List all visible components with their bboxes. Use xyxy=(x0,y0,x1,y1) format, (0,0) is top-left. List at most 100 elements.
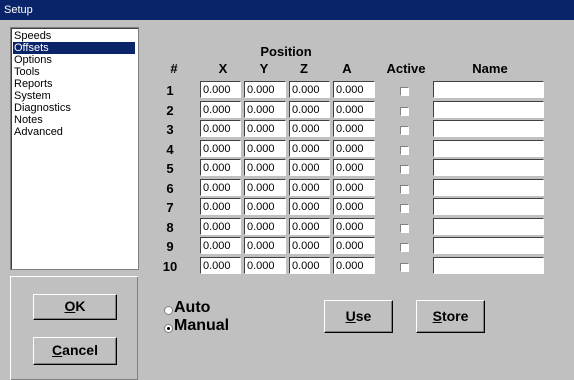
row-number: 9 xyxy=(166,239,174,254)
ok-button[interactable]: OK xyxy=(33,294,117,320)
auto-radio[interactable] xyxy=(164,306,173,315)
offset-z-field[interactable]: 0.000 xyxy=(289,198,330,215)
auto-radio-label[interactable]: Auto xyxy=(174,299,210,317)
row-number: 5 xyxy=(166,161,174,176)
active-checkbox[interactable] xyxy=(400,126,409,135)
offset-x-field[interactable]: 0.000 xyxy=(200,159,241,176)
dialog-button-panel: OK Cancel xyxy=(10,276,138,380)
menu-item-speeds[interactable]: Speeds xyxy=(13,30,51,42)
active-checkbox[interactable] xyxy=(400,184,409,194)
offset-a-field[interactable]: 0.000 xyxy=(333,81,375,98)
active-checkbox[interactable] xyxy=(400,243,409,252)
cancel-button-label: Cancel xyxy=(52,342,98,358)
offset-y-field[interactable]: 0.000 xyxy=(244,237,286,254)
row-number: 3 xyxy=(166,122,174,137)
offset-y-field[interactable]: 0.000 xyxy=(244,120,286,137)
store-button-label: Store xyxy=(432,308,469,324)
offset-a-field[interactable]: 0.000 xyxy=(333,198,375,215)
menu-item-reports[interactable]: Reports xyxy=(13,78,53,90)
offset-name-field[interactable] xyxy=(433,159,544,176)
store-button[interactable]: Store xyxy=(416,300,485,333)
active-checkbox[interactable] xyxy=(400,262,409,272)
active-checkbox[interactable] xyxy=(400,87,409,96)
offset-y-field[interactable]: 0.000 xyxy=(244,217,286,235)
menu-item-tools[interactable]: Tools xyxy=(13,66,40,78)
offset-a-field[interactable]: 0.000 xyxy=(333,178,375,196)
menu-item-diagnostics[interactable]: Diagnostics xyxy=(13,102,71,114)
offset-x-field[interactable]: 0.000 xyxy=(200,178,241,196)
use-button-label: Use xyxy=(345,308,372,324)
offset-x-field[interactable]: 0.000 xyxy=(200,120,241,137)
active-checkbox[interactable] xyxy=(400,223,409,233)
offset-z-field[interactable]: 0.000 xyxy=(289,81,330,98)
window-title-bar: Setup xyxy=(0,0,574,20)
settings-category-list[interactable]: Speeds Offsets Options Tools Reports System Di… xyxy=(10,27,139,270)
active-checkbox[interactable] xyxy=(400,204,409,213)
offset-name-field[interactable] xyxy=(433,178,544,196)
offset-z-field[interactable]: 0.000 xyxy=(289,237,330,254)
offset-y-field[interactable]: 0.000 xyxy=(244,198,286,215)
offset-a-field[interactable]: 0.000 xyxy=(333,159,375,176)
offset-x-field[interactable]: 0.000 xyxy=(200,139,241,157)
menu-item-advanced[interactable]: Advanced xyxy=(13,126,63,138)
offset-y-field[interactable]: 0.000 xyxy=(244,100,286,118)
offset-name-field[interactable] xyxy=(433,198,544,215)
offset-z-field[interactable]: 0.000 xyxy=(289,159,330,176)
active-checkbox[interactable] xyxy=(400,165,409,174)
menu-item-options[interactable]: Options xyxy=(13,54,52,66)
active-checkbox[interactable] xyxy=(400,106,409,116)
offset-name-field[interactable] xyxy=(433,100,544,118)
row-number: 1 xyxy=(166,83,174,98)
row-number: 6 xyxy=(166,180,174,196)
menu-item-offsets[interactable]: Offsets xyxy=(13,42,135,54)
column-header-name: Name xyxy=(472,61,508,76)
manual-radio[interactable] xyxy=(164,324,173,333)
offset-z-field[interactable]: 0.000 xyxy=(289,139,330,157)
offset-y-field[interactable]: 0.000 xyxy=(244,159,286,176)
offset-x-field[interactable]: 0.000 xyxy=(200,100,241,118)
offset-a-field[interactable]: 0.000 xyxy=(333,100,375,118)
offset-a-field[interactable]: 0.000 xyxy=(333,256,375,274)
offset-y-field[interactable]: 0.000 xyxy=(244,139,286,157)
menu-item-notes[interactable]: Notes xyxy=(13,114,43,126)
row-number: 8 xyxy=(166,219,174,235)
offset-name-field[interactable] xyxy=(433,81,544,98)
active-checkbox[interactable] xyxy=(400,145,409,155)
row-number: 2 xyxy=(166,102,174,118)
offset-name-field[interactable] xyxy=(433,139,544,157)
offset-y-field[interactable]: 0.000 xyxy=(244,256,286,274)
offset-x-field[interactable]: 0.000 xyxy=(200,256,241,274)
offset-a-field[interactable]: 0.000 xyxy=(333,217,375,235)
offset-z-field[interactable]: 0.000 xyxy=(289,217,330,235)
offset-name-field[interactable] xyxy=(433,120,544,137)
row-number: 4 xyxy=(166,141,174,157)
offset-name-field[interactable] xyxy=(433,217,544,235)
offset-a-field[interactable]: 0.000 xyxy=(333,237,375,254)
offset-x-field[interactable]: 0.000 xyxy=(200,217,241,235)
menu-item-system[interactable]: System xyxy=(13,90,51,102)
column-header-active: Active xyxy=(386,61,426,76)
offset-x-field[interactable]: 0.000 xyxy=(200,81,241,98)
offset-z-field[interactable]: 0.000 xyxy=(289,120,330,137)
offset-y-field[interactable]: 0.000 xyxy=(244,178,286,196)
offset-z-field[interactable]: 0.000 xyxy=(289,100,330,118)
row-number: 10 xyxy=(162,258,178,274)
offset-x-field[interactable]: 0.000 xyxy=(200,198,241,215)
offset-y-field[interactable]: 0.000 xyxy=(244,81,286,98)
cancel-button[interactable]: Cancel xyxy=(33,337,117,365)
manual-radio-label[interactable]: Manual xyxy=(174,317,229,335)
column-header-a: A xyxy=(342,61,352,76)
ok-button-label: OK xyxy=(64,298,86,314)
window-title: Setup xyxy=(4,4,33,16)
offset-z-field[interactable]: 0.000 xyxy=(289,256,330,274)
position-group-header: Position xyxy=(260,44,312,59)
column-header-y: Y xyxy=(259,61,269,76)
offset-a-field[interactable]: 0.000 xyxy=(333,139,375,157)
offset-a-field[interactable]: 0.000 xyxy=(333,120,375,137)
column-header-num: # xyxy=(170,61,178,76)
offset-z-field[interactable]: 0.000 xyxy=(289,178,330,196)
offset-name-field[interactable] xyxy=(433,237,544,254)
offset-x-field[interactable]: 0.000 xyxy=(200,237,241,254)
offset-name-field[interactable] xyxy=(433,256,544,274)
use-button[interactable]: Use xyxy=(324,300,393,333)
